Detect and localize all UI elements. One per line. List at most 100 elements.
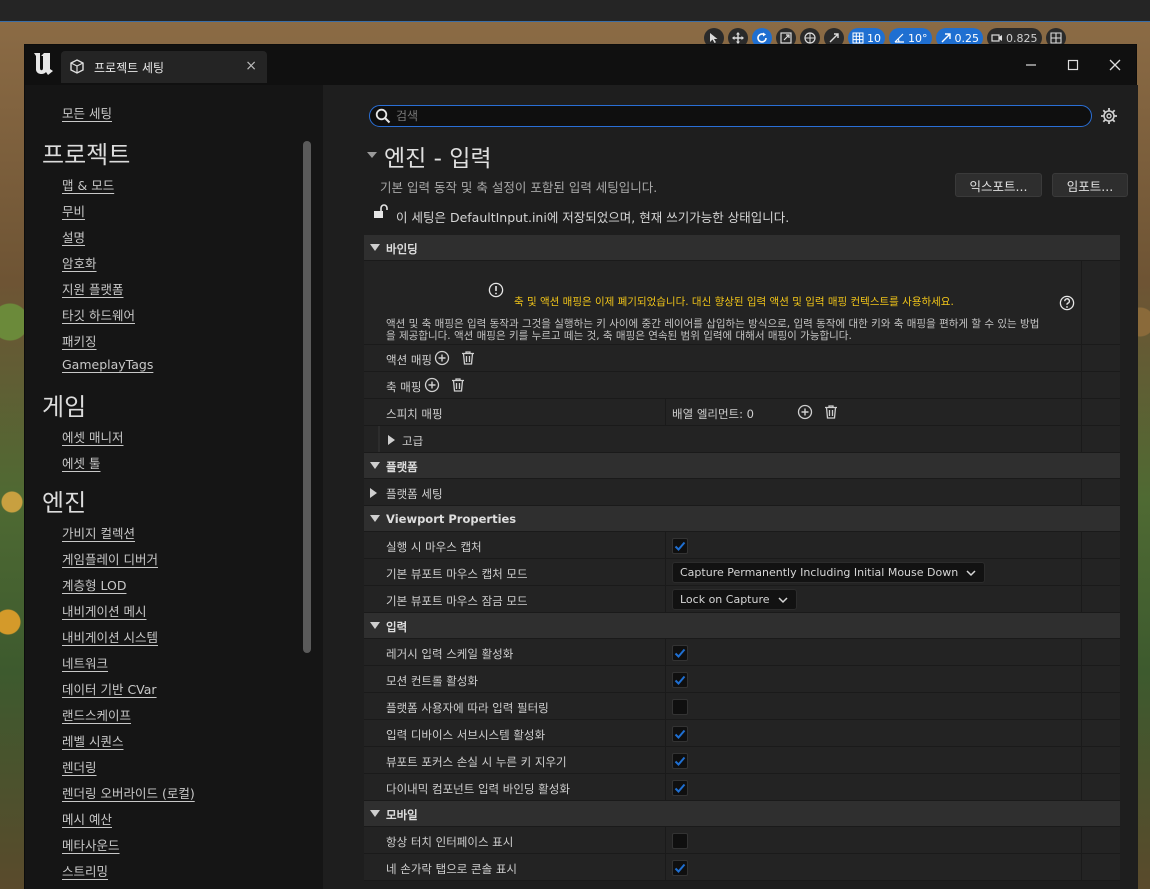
search-input[interactable] (396, 107, 1076, 125)
default-capture-mode-dropdown[interactable]: Capture Permanently Including Initial Mo… (672, 562, 986, 583)
gear-icon[interactable] (1100, 107, 1118, 125)
sidebar-item-landscape[interactable]: 랜드스케이프 (62, 705, 131, 724)
input-row-checkbox[interactable] (672, 699, 688, 715)
mobile-row-checkbox[interactable] (672, 833, 688, 849)
sidebar-item-all-settings[interactable]: 모든 세팅 (62, 103, 112, 122)
expanded-arrow-icon (370, 515, 380, 522)
speech-mappings-label: 스피치 매핑 (386, 407, 443, 421)
input-row: 레거시 입력 스케일 활성화 (364, 639, 1120, 666)
search-box[interactable] (369, 105, 1092, 127)
input-row-label: 입력 디바이스 서브시스템 활성화 (386, 728, 546, 742)
sidebar-item-packaging[interactable]: 패키징 (62, 331, 97, 350)
mobile-row: 네 손가락 탭으로 콘솔 표시 (364, 854, 1120, 881)
export-button[interactable]: 익스포트... (955, 173, 1042, 197)
sidebar-item-mesh-budget[interactable]: 메시 예산 (62, 809, 112, 828)
close-icon (1109, 59, 1121, 71)
maximize-button[interactable] (1052, 45, 1094, 85)
sidebar-item-movies[interactable]: 무비 (62, 201, 85, 220)
editor-top-strip (0, 0, 1150, 22)
input-row-label: 레거시 입력 스케일 활성화 (386, 647, 514, 661)
page-title: 엔진 - 입력 (384, 146, 492, 172)
dropdown-value: Lock on Capture (680, 593, 770, 606)
checkmark-icon (674, 729, 686, 739)
sidebar-item-target-hardware[interactable]: 타깃 하드웨어 (62, 305, 135, 324)
sidebar-item-asset-manager[interactable]: 에셋 매니저 (62, 427, 123, 446)
axis-mappings-row: 축 매핑 (364, 372, 1120, 399)
rotate-icon (757, 32, 767, 43)
sidebar-item-data-driven-cvar[interactable]: 데이터 기반 CVar (62, 679, 157, 698)
sidebar-item-navigation-system[interactable]: 내비게이션 시스템 (62, 627, 158, 646)
tab-title: 프로젝트 세팅 (94, 60, 165, 75)
sidebar-item-hierarchical-lod[interactable]: 계층형 LOD (62, 575, 126, 594)
sidebar-item-navigation-mesh[interactable]: 내비게이션 메시 (62, 601, 146, 620)
minimize-icon (1026, 64, 1036, 66)
trash-icon[interactable] (450, 377, 466, 393)
snap-icon (829, 33, 839, 43)
input-row-checkbox[interactable] (672, 672, 688, 688)
project-settings-tab[interactable]: 프로젝트 세팅 × (61, 51, 267, 83)
window-titlebar[interactable]: 프로젝트 세팅 × (25, 45, 1136, 85)
close-window-button[interactable] (1094, 45, 1136, 85)
page-description: 기본 입력 동작 및 축 설정이 포함된 입력 세팅입니다. (380, 180, 658, 195)
checkmark-icon (674, 675, 686, 685)
sidebar-item-encryption[interactable]: 암호화 (62, 253, 97, 272)
input-row-checkbox[interactable] (672, 780, 688, 796)
input-row-label: 다이내믹 컴포넌트 입력 바인딩 활성화 (386, 782, 570, 796)
sidebar-item-rendering[interactable]: 렌더링 (62, 757, 97, 776)
sidebar-item-description[interactable]: 설명 (62, 227, 85, 246)
add-icon[interactable] (434, 350, 450, 366)
add-icon[interactable] (797, 404, 813, 420)
sidebar-item-supported-platforms[interactable]: 지원 플랫폼 (62, 279, 123, 298)
category-mobile[interactable]: 모바일 (364, 801, 1120, 827)
sidebar-item-level-sequence[interactable]: 레벨 시퀀스 (62, 731, 123, 750)
input-row: 뷰포트 포커스 손실 시 누른 키 지우기 (364, 747, 1120, 774)
add-icon[interactable] (424, 377, 440, 393)
deprecation-warning: 축 및 액션 매핑은 이제 폐기되었습니다. 대신 향상된 입력 액션 및 입력… (364, 261, 1120, 345)
sidebar-scrollbar[interactable] (303, 141, 311, 653)
sidebar-item-network[interactable]: 네트워크 (62, 653, 108, 672)
array-elements-count: 배열 엘리먼트: 0 (672, 407, 754, 421)
advanced-label: 고급 (402, 434, 424, 448)
category-platform[interactable]: 플랫폼 (364, 453, 1120, 479)
mobile-row-checkbox[interactable] (672, 860, 688, 876)
checkmark-icon (674, 541, 686, 551)
sidebar-item-asset-tools[interactable]: 에셋 툴 (62, 453, 100, 472)
category-bindings[interactable]: 바인딩 (364, 235, 1120, 261)
category-input[interactable]: 입력 (364, 613, 1120, 639)
help-icon[interactable] (1059, 295, 1075, 311)
input-row-checkbox[interactable] (672, 645, 688, 661)
mobile-row-label: 항상 터치 인터페이스 표시 (386, 835, 514, 849)
sidebar-item-rendering-overrides[interactable]: 렌더링 오버라이드 (로컬) (62, 783, 195, 802)
input-row-checkbox[interactable] (672, 753, 688, 769)
input-row-checkbox[interactable] (672, 726, 688, 742)
sidebar-item-gameplay-tags[interactable]: GameplayTags (62, 357, 153, 372)
collapse-arrow-icon[interactable] (367, 150, 377, 160)
trash-icon[interactable] (460, 350, 476, 366)
sidebar-item-streaming[interactable]: 스트리밍 (62, 861, 108, 880)
import-button[interactable]: 임포트... (1052, 173, 1128, 197)
platform-settings-row[interactable]: 플랫폼 세팅 (364, 479, 1120, 506)
rotation-snap-value: 10° (908, 31, 928, 45)
config-writable-message: 이 세팅은 DefaultInput.ini에 저장되었으며, 현재 쓰기가능한… (396, 210, 790, 225)
minimize-button[interactable] (1010, 45, 1052, 85)
sidebar-heading-project: 프로젝트 (42, 141, 131, 169)
sidebar-item-gameplay-debugger[interactable]: 게임플레이 디버거 (62, 549, 158, 568)
deprecation-warning-text: 축 및 액션 매핑은 이제 폐기되었습니다. 대신 향상된 입력 액션 및 입력… (514, 296, 954, 308)
grid-icon (852, 32, 864, 44)
advanced-row[interactable]: 고급 (364, 426, 1120, 453)
tab-close-button[interactable]: × (245, 58, 257, 74)
collapsed-arrow-icon (370, 488, 377, 498)
unlock-icon (374, 204, 388, 218)
default-lock-mode-dropdown[interactable]: Lock on Capture (672, 589, 797, 610)
sidebar-item-metasound[interactable]: 메타사운드 (62, 835, 120, 854)
sidebar-item-garbage-collection[interactable]: 가비지 컬렉션 (62, 523, 135, 542)
capture-mouse-on-launch-checkbox[interactable] (672, 538, 688, 554)
camera-speed-value: 0.825 (1006, 31, 1038, 45)
trash-icon[interactable] (823, 404, 839, 420)
unreal-logo-icon (34, 53, 53, 75)
angle-icon (894, 33, 904, 43)
category-viewport-properties[interactable]: Viewport Properties (364, 506, 1120, 532)
sidebar-item-maps-modes[interactable]: 맵 & 모드 (62, 175, 114, 194)
settings-cube-icon (70, 59, 84, 74)
layout-icon (1049, 32, 1062, 44)
